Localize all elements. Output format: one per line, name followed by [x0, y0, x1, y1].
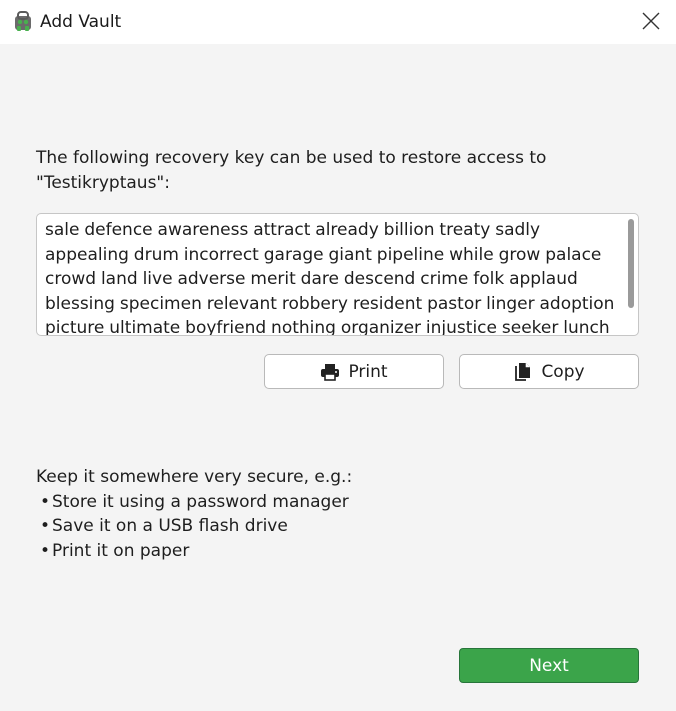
bullet-icon: •: [40, 516, 51, 537]
tips-heading: Keep it somewhere very secure, e.g.:: [36, 467, 353, 487]
print-button-label: Print: [348, 361, 388, 382]
recovery-key-textarea[interactable]: sale defence awareness attract already b…: [36, 213, 639, 336]
bullet-icon: •: [40, 491, 51, 512]
recovery-key-line: appealing drum incorrect garage giant pi…: [45, 244, 602, 265]
bullet-icon: •: [40, 540, 51, 561]
recovery-key-line: sale defence awareness attract already b…: [45, 220, 541, 240]
copy-button[interactable]: Copy: [459, 354, 639, 389]
tips-item-text: Save it on a USB flash drive: [52, 516, 288, 537]
copy-icon: [513, 362, 533, 382]
add-vault-dialog: Add Vault The following recovery key can…: [0, 0, 676, 711]
tips-item: • Save it on a USB flash drive: [36, 514, 636, 539]
security-tips: Keep it somewhere very secure, e.g.: • St…: [36, 465, 636, 563]
cryptomator-app-icon: [11, 10, 35, 34]
tips-item: • Store it using a password manager: [36, 490, 636, 515]
tips-item-text: Print it on paper: [52, 540, 190, 561]
tips-item: • Print it on paper: [36, 539, 636, 564]
print-button[interactable]: Print: [264, 354, 444, 389]
scrollbar-thumb[interactable]: [628, 219, 634, 308]
copy-button-label: Copy: [541, 361, 585, 382]
window-title: Add Vault: [40, 12, 122, 32]
intro-line: "Testikryptaus":: [36, 173, 170, 193]
next-button[interactable]: Next: [459, 648, 639, 683]
tips-item-text: Store it using a password manager: [52, 491, 349, 512]
recovery-key-text[interactable]: sale defence awareness attract already b…: [45, 218, 623, 336]
printer-icon: [320, 362, 340, 382]
next-button-label: Next: [529, 655, 569, 676]
recovery-key-line: picture ultimate boyfriend nothing organ…: [45, 318, 610, 336]
close-icon[interactable]: [640, 10, 662, 32]
title-bar: Add Vault: [0, 0, 676, 44]
intro-line: The following recovery key can be used t…: [36, 148, 547, 168]
intro-text: The following recovery key can be used t…: [36, 146, 636, 196]
recovery-key-line: crowd land live adverse merit dare desce…: [45, 269, 578, 289]
recovery-key-line: blessing specimen relevant robbery resid…: [45, 293, 615, 314]
